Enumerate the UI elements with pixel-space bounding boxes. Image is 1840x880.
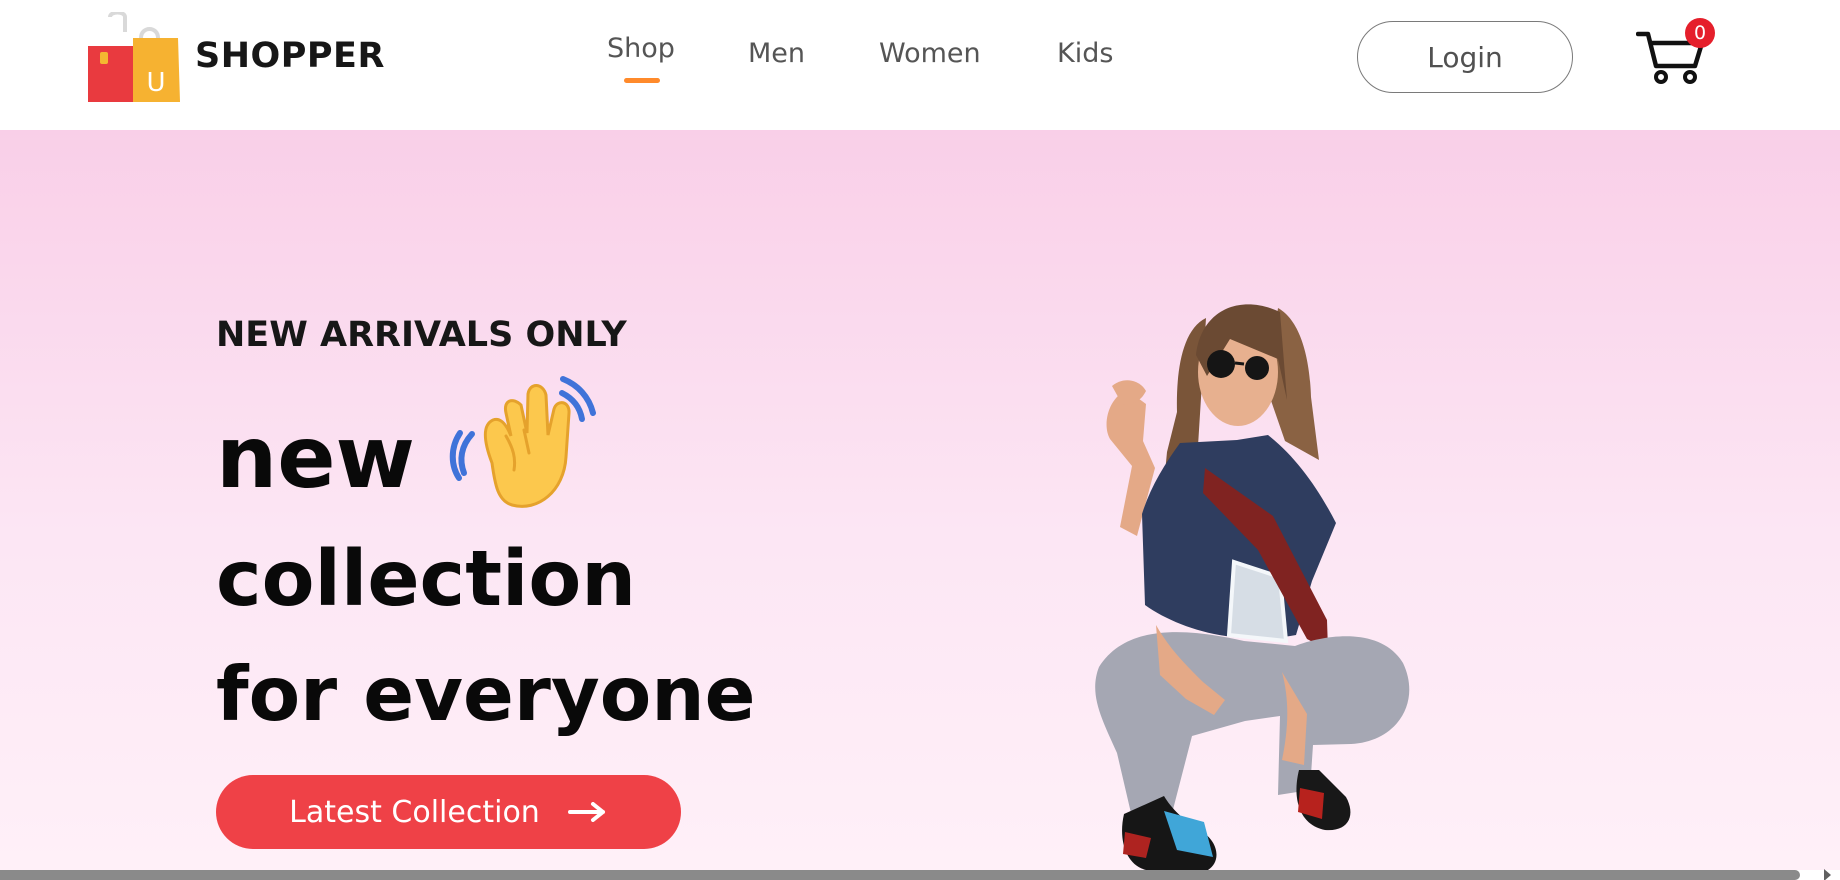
scroll-right-arrow-icon[interactable]: [1824, 869, 1831, 880]
cart-count-badge: 0: [1685, 18, 1715, 48]
headline-line-1: new: [216, 408, 416, 508]
horizontal-scrollbar[interactable]: [0, 870, 1800, 880]
nav-item-women[interactable]: Women: [879, 38, 981, 69]
cta-content: Latest Collection: [216, 795, 681, 830]
nav-item-kids-label: Kids: [1057, 38, 1114, 69]
headline-line-3: for everyone: [216, 650, 756, 738]
headline-line-2: collection: [216, 535, 637, 624]
hero-banner: NEW ARRIVALS ONLY new collection for eve…: [0, 130, 1840, 870]
arrow-right-icon: [567, 802, 605, 822]
new-arrivals-label: NEW ARRIVALS ONLY: [216, 315, 627, 355]
active-nav-underline: [624, 78, 660, 83]
svg-text:U: U: [146, 68, 165, 98]
shopping-bags-icon[interactable]: U: [88, 12, 180, 102]
login-button[interactable]: Login: [1357, 21, 1573, 93]
nav-item-men[interactable]: Men: [748, 38, 805, 69]
waving-hand-icon: [449, 376, 596, 508]
brand-name: SHOPPER: [195, 36, 385, 76]
cta-label: Latest Collection: [289, 794, 540, 830]
nav-item-kids[interactable]: Kids: [1057, 38, 1113, 69]
nav-item-shop[interactable]: Shop: [607, 33, 675, 83]
nav-item-shop-label: Shop: [607, 33, 675, 64]
nav-item-women-label: Women: [879, 38, 981, 69]
latest-collection-button[interactable]: Latest Collection: [216, 775, 681, 849]
nav-item-men-label: Men: [748, 38, 806, 69]
main-navbar: U SHOPPER Shop Men Women Kids Login 0: [0, 0, 1840, 130]
fashion-model-image: [1095, 304, 1410, 870]
